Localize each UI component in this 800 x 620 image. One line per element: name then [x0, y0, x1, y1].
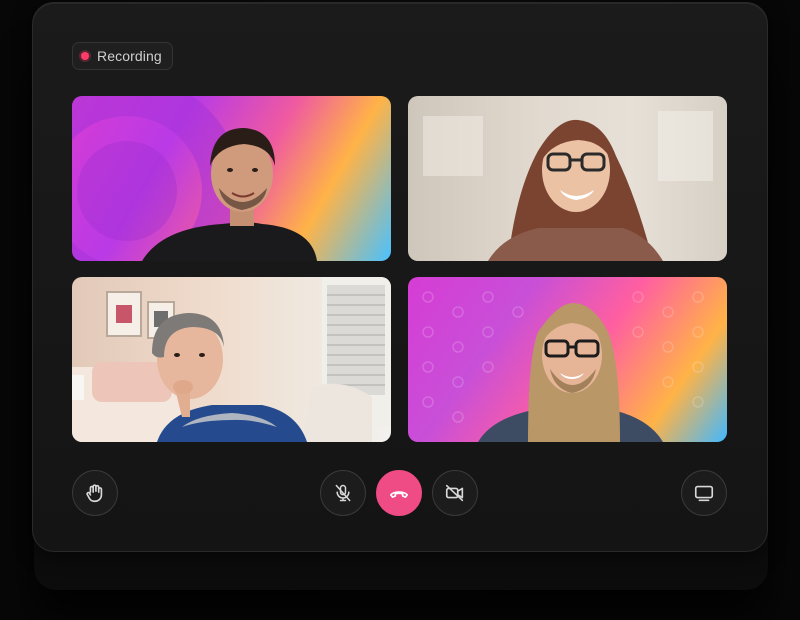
hand-icon — [86, 484, 103, 503]
participant-4-video — [422, 291, 704, 442]
monitor-icon — [694, 485, 714, 502]
left-controls — [72, 470, 118, 516]
right-controls — [681, 470, 727, 516]
video-tile-3[interactable] — [72, 277, 391, 442]
stage: Recording — [0, 0, 800, 620]
video-tile-1[interactable] — [72, 96, 391, 261]
raise-hand-button[interactable] — [72, 470, 118, 516]
recording-dot-icon — [81, 52, 89, 60]
recording-badge: Recording — [72, 42, 173, 70]
participant-1-video — [72, 96, 317, 261]
end-call-button[interactable] — [376, 470, 422, 516]
video-off-icon — [445, 484, 464, 502]
participant-2-video — [408, 96, 727, 261]
phone-hangup-icon — [389, 491, 409, 498]
mute-button[interactable] — [320, 470, 366, 516]
center-controls — [320, 470, 478, 516]
screen-share-button[interactable] — [681, 470, 727, 516]
camera-toggle-button[interactable] — [432, 470, 478, 516]
mic-off-icon — [335, 484, 351, 502]
video-tile-2[interactable] — [408, 96, 727, 261]
recording-label: Recording — [97, 48, 162, 64]
video-tile-4[interactable] — [408, 277, 727, 442]
participant-3-video — [72, 277, 391, 442]
